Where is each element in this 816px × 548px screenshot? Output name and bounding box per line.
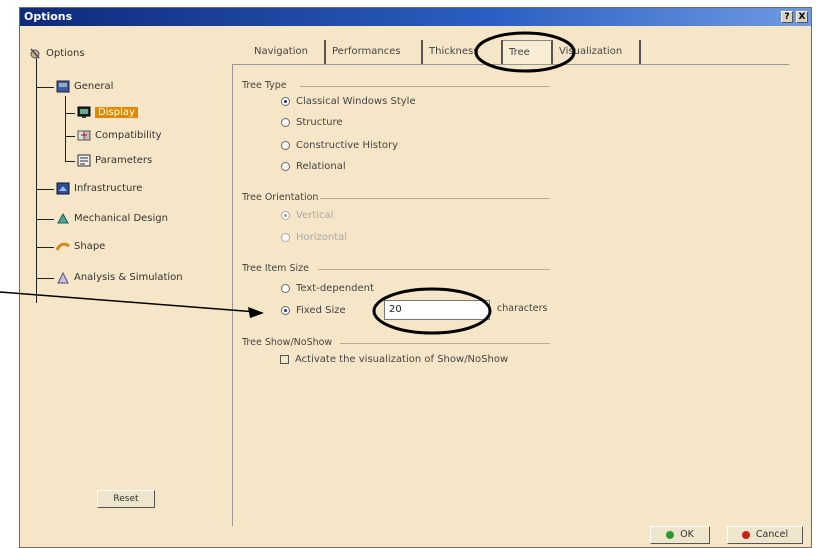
tree-type-constructive-history[interactable]: Constructive History: [281, 140, 398, 151]
tree-item-mechanical-design[interactable]: Mechanical Design: [56, 212, 168, 225]
tree-item-parameters[interactable]: Parameters: [77, 154, 152, 167]
tree-item-display[interactable]: Display: [77, 106, 138, 119]
tree-show-title: Tree Show/NoShow: [242, 337, 333, 348]
options-tree: Options General Display Compatibility Pa…: [20, 26, 225, 547]
checkbox-box: [280, 355, 289, 364]
general-icon: [56, 80, 70, 93]
shape-icon: [55, 240, 70, 253]
title-bar: Options ? X: [20, 8, 811, 26]
tree-type-classical[interactable]: Classical Windows Style: [281, 96, 416, 107]
infrastructure-icon: [56, 182, 70, 195]
options-icon: [28, 47, 42, 60]
tab-thickness[interactable]: Thickness: [423, 40, 503, 64]
tab-visualization[interactable]: Visualization: [553, 40, 641, 64]
tree-item-analysis-simulation[interactable]: Analysis & Simulation: [56, 271, 183, 284]
tab-navigation[interactable]: Navigation: [248, 40, 326, 64]
reset-button[interactable]: Reset: [97, 490, 155, 508]
tree-type-structure[interactable]: Structure: [281, 117, 343, 128]
cancel-icon: [741, 531, 750, 539]
tab-bar: Navigation Performances Thickness Tree V…: [230, 40, 796, 64]
tree-item-options[interactable]: Options: [28, 47, 85, 60]
analysis-icon: [56, 271, 70, 284]
fixed-size-input[interactable]: 20: [384, 300, 490, 320]
tab-performances[interactable]: Performances: [326, 40, 423, 64]
tree-item-shape[interactable]: Shape: [55, 240, 105, 253]
close-button[interactable]: X: [796, 11, 808, 23]
display-icon: [77, 106, 91, 119]
tree-item-infrastructure[interactable]: Infrastructure: [56, 182, 142, 195]
window-title: Options: [24, 10, 73, 23]
ok-icon: [666, 531, 675, 539]
tree-settings-panel: [232, 64, 789, 526]
tree-orientation-vertical[interactable]: Vertical: [281, 210, 333, 221]
show-noshow-checkbox[interactable]: Activate the visualization of Show/NoSho…: [280, 354, 508, 365]
tree-item-general[interactable]: General: [56, 80, 113, 93]
mechanical-design-icon: [56, 212, 70, 225]
parameters-icon: [77, 154, 91, 167]
tree-orientation-title: Tree Orientation: [242, 192, 319, 203]
ok-button[interactable]: OK: [650, 526, 710, 544]
tree-type-relational[interactable]: Relational: [281, 161, 346, 172]
tab-tree[interactable]: Tree: [503, 40, 553, 64]
tree-orientation-horizontal[interactable]: Horizontal: [281, 232, 347, 243]
help-button[interactable]: ?: [781, 11, 793, 23]
tree-type-title: Tree Type: [242, 80, 287, 91]
compatibility-icon: [77, 129, 91, 142]
cancel-button[interactable]: Cancel: [727, 526, 803, 544]
tree-item-size-text-dependent[interactable]: Text-dependent: [281, 283, 374, 294]
tree-item-compatibility[interactable]: Compatibility: [77, 129, 162, 142]
tree-item-size-fixed[interactable]: Fixed Size: [281, 305, 346, 316]
tree-item-size-title: Tree Item Size: [242, 263, 309, 274]
characters-label: characters: [497, 303, 548, 314]
